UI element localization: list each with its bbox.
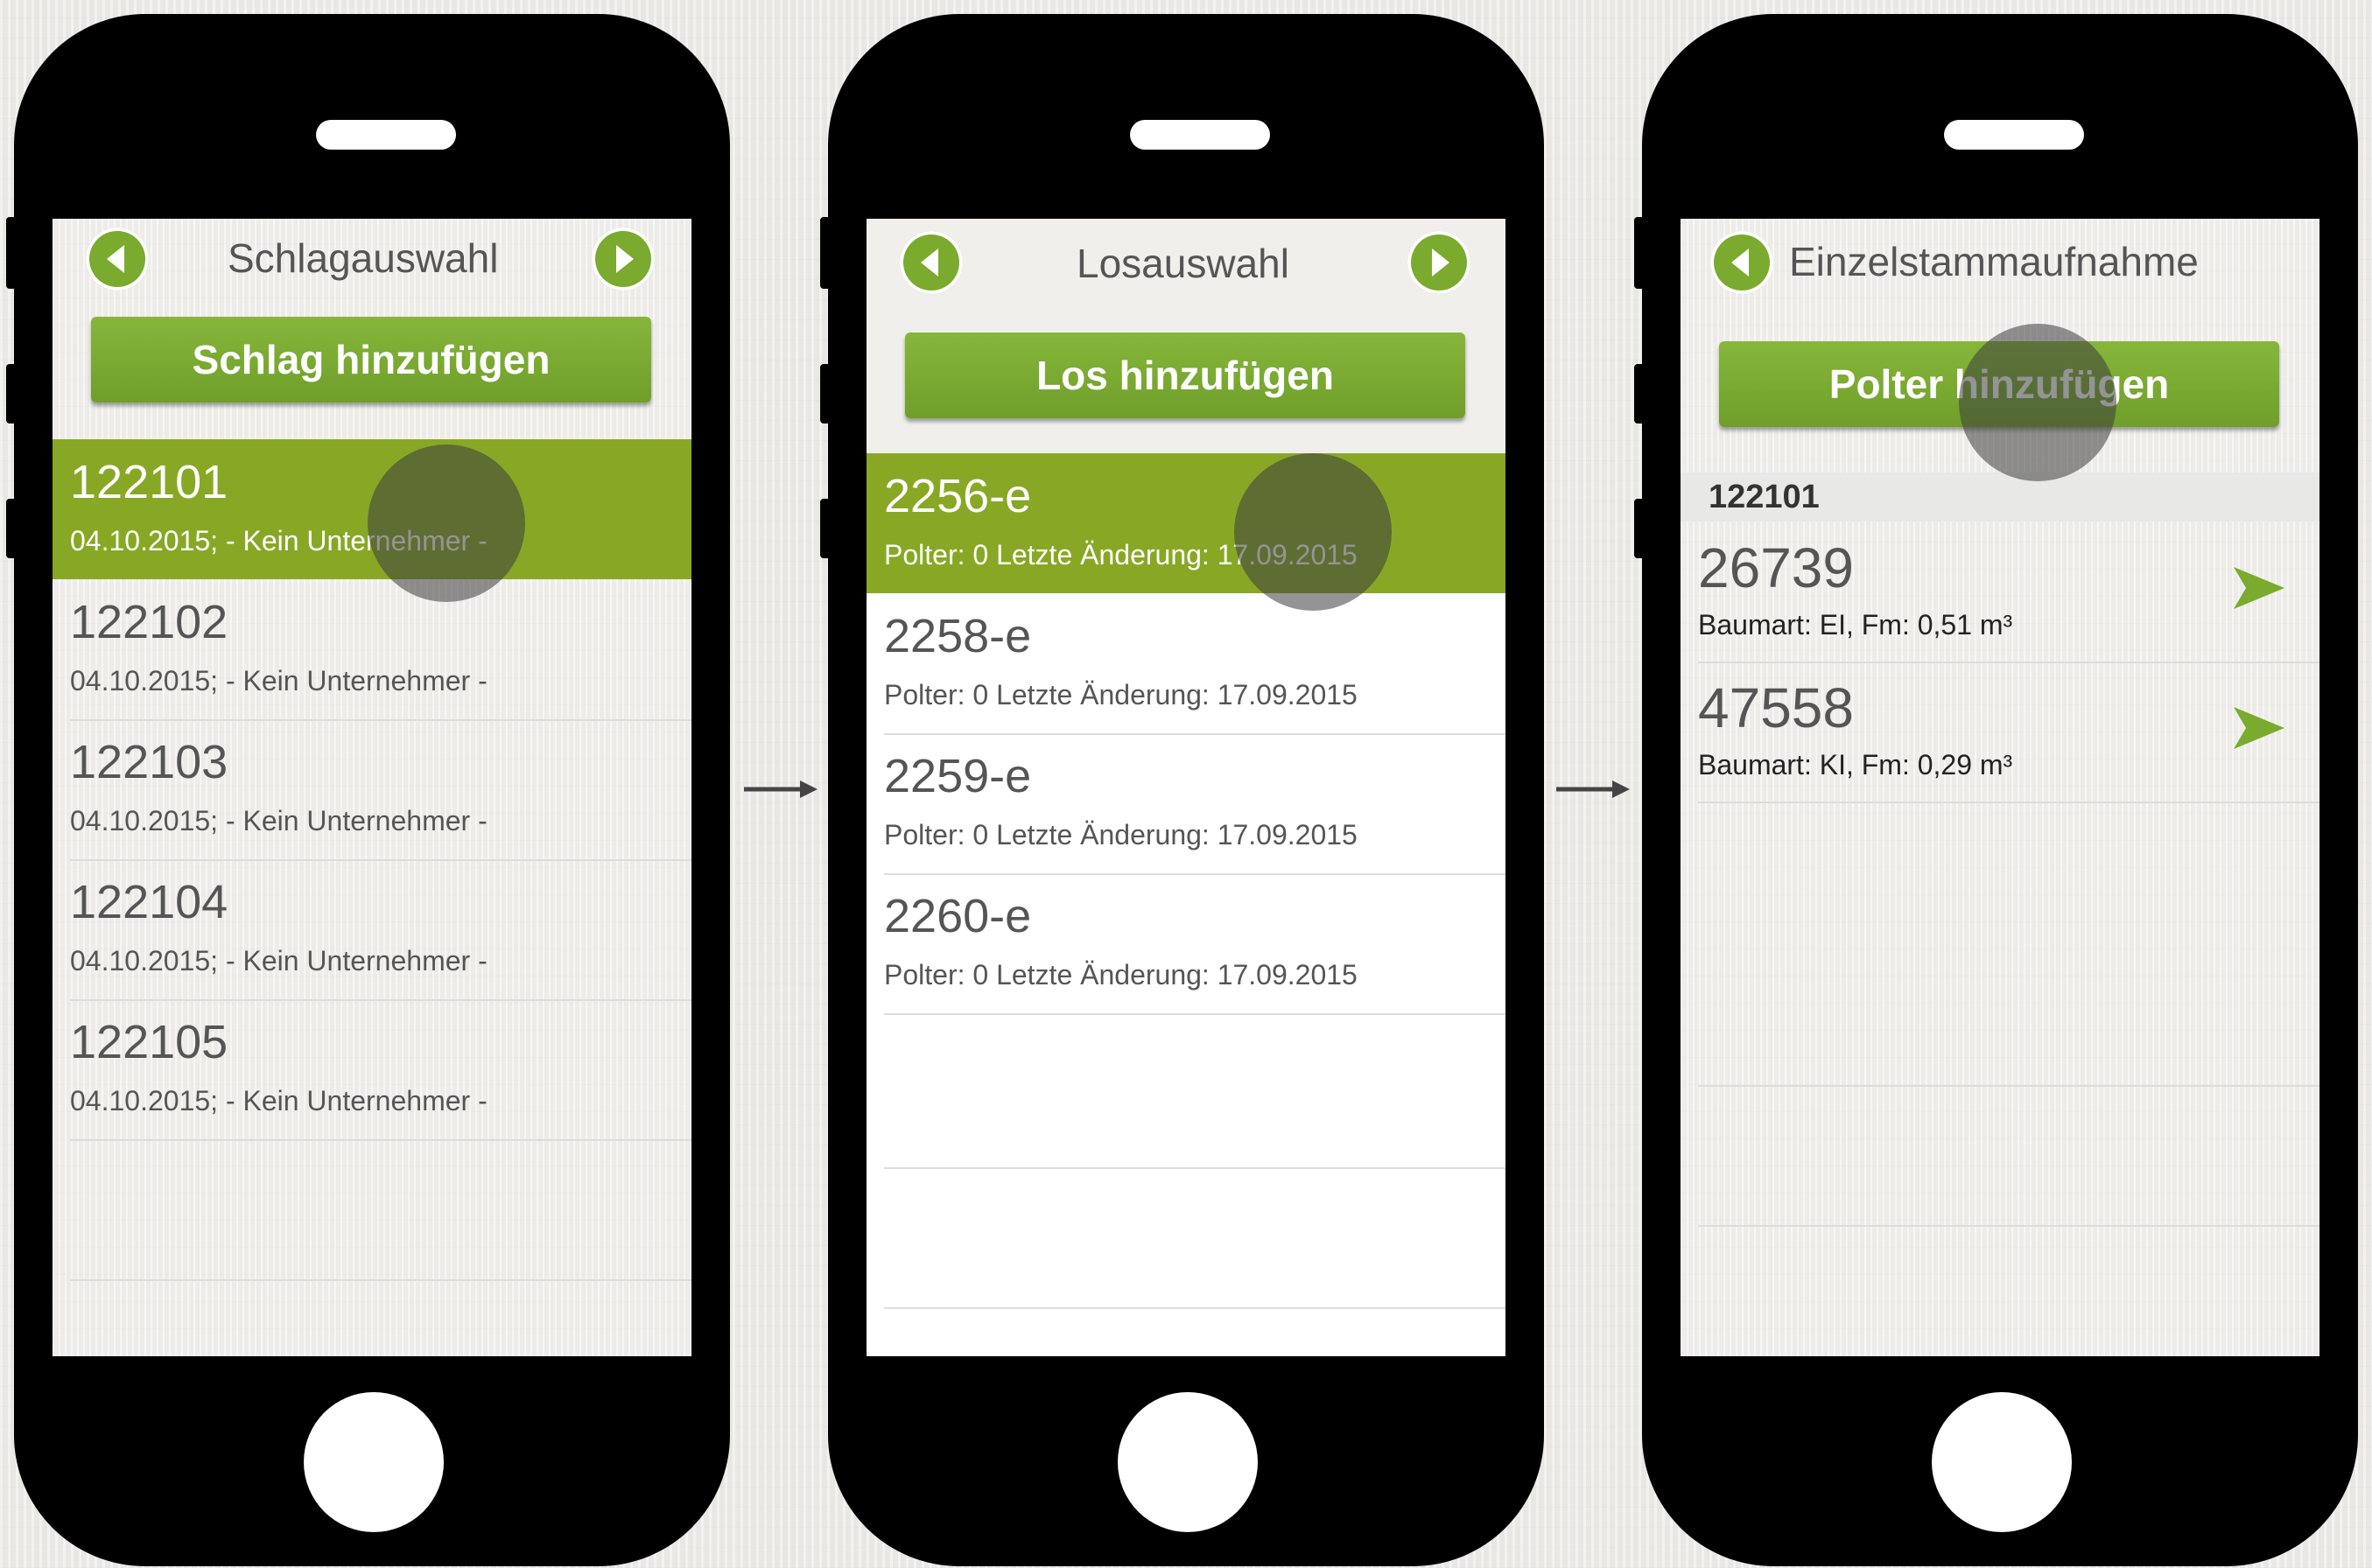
side-button xyxy=(1634,364,1645,424)
flow-arrow-icon xyxy=(744,780,818,798)
back-button[interactable] xyxy=(86,228,149,290)
add-schlag-button[interactable]: Schlag hinzufügen xyxy=(91,317,651,402)
item-detail: Polter: 0 Letzte Änderung: 17.09.2015 xyxy=(884,819,1358,850)
list-item[interactable]: 26739 Baumart: EI, Fm: 0,51 m³ xyxy=(1681,522,2319,662)
item-number: 122104 xyxy=(70,876,228,928)
phone-frame-2: Losauswahl Los hinzufügen 2256-e Polter:… xyxy=(820,14,1544,1566)
item-detail: Baumart: KI, Fm: 0,29 m³ xyxy=(1698,749,2013,780)
item-number: 26739 xyxy=(1698,536,1854,599)
item-detail: 04.10.2015; - Kein Unternehmer - xyxy=(70,945,488,976)
add-los-button[interactable]: Los hinzufügen xyxy=(905,332,1465,418)
home-button[interactable] xyxy=(1932,1392,2072,1532)
item-number: 47558 xyxy=(1698,676,1854,739)
screen-schlagauswahl: Schlagauswahl Schlag hinzufügen 122101 0… xyxy=(53,219,691,1356)
row-divider xyxy=(1698,1085,2319,1087)
screen-einzelstammaufnahme: Einzelstammaufnahme Polter hinzufügen 12… xyxy=(1681,219,2319,1356)
forward-button[interactable] xyxy=(592,228,655,290)
phone-speaker xyxy=(316,120,456,150)
page-title: Losauswahl xyxy=(1077,241,1289,286)
chevron-right-circle-icon xyxy=(1432,248,1449,276)
forward-button[interactable] xyxy=(1407,231,1470,294)
touch-indicator xyxy=(1234,453,1392,611)
list-item[interactable]: 122105 04.10.2015; - Kein Unternehmer - xyxy=(53,999,691,1139)
back-button[interactable] xyxy=(900,231,963,294)
arrow-right-icon[interactable] xyxy=(2232,704,2286,752)
touch-indicator xyxy=(1959,324,2116,481)
row-divider xyxy=(1698,802,2319,803)
row-divider xyxy=(1698,1225,2319,1227)
list-item[interactable]: 122102 04.10.2015; - Kein Unternehmer - xyxy=(53,579,691,719)
phone-speaker xyxy=(1130,120,1270,150)
item-number: 2260-e xyxy=(884,890,1032,942)
item-detail: 04.10.2015; - Kein Unternehmer - xyxy=(70,665,488,696)
chevron-left-circle-icon xyxy=(1731,248,1749,276)
side-button xyxy=(820,217,831,289)
list-item[interactable]: 2259-e Polter: 0 Letzte Änderung: 17.09.… xyxy=(867,733,1505,873)
side-button xyxy=(820,364,831,424)
nav-bar: Schlagauswahl xyxy=(53,219,691,306)
arrow-right-icon[interactable] xyxy=(2232,564,2286,612)
item-detail: 04.10.2015; - Kein Unternehmer - xyxy=(70,805,488,836)
item-detail: Baumart: EI, Fm: 0,51 m³ xyxy=(1698,609,2013,640)
page-title: Schlagauswahl xyxy=(228,235,499,281)
list-item[interactable]: 47558 Baumart: KI, Fm: 0,29 m³ xyxy=(1681,662,2319,802)
side-button xyxy=(820,499,831,558)
section-header: 122101 xyxy=(1681,472,2319,522)
screen-losauswahl: Losauswahl Los hinzufügen 2256-e Polter:… xyxy=(867,219,1505,1356)
side-button xyxy=(6,499,17,558)
nav-bar: Losauswahl xyxy=(867,219,1505,306)
row-divider xyxy=(70,1139,691,1141)
item-number: 122103 xyxy=(70,736,228,788)
flow-arrow-icon xyxy=(1556,780,1630,798)
item-number: 2258-e xyxy=(884,610,1032,662)
list-item[interactable]: 122103 04.10.2015; - Kein Unternehmer - xyxy=(53,719,691,859)
touch-indicator xyxy=(368,444,525,602)
home-button[interactable] xyxy=(304,1392,444,1532)
back-button[interactable] xyxy=(1710,231,1773,294)
side-button xyxy=(6,217,17,289)
list-item[interactable]: 122104 04.10.2015; - Kein Unternehmer - xyxy=(53,859,691,999)
item-number: 2256-e xyxy=(884,470,1032,522)
row-divider xyxy=(70,1279,691,1281)
chevron-right-circle-icon xyxy=(616,245,634,273)
list-item[interactable]: 2258-e Polter: 0 Letzte Änderung: 17.09.… xyxy=(867,593,1505,733)
row-divider xyxy=(884,1307,1505,1309)
item-number: 122105 xyxy=(70,1016,228,1068)
nav-bar: Einzelstammaufnahme xyxy=(1681,219,2319,306)
item-detail: 04.10.2015; - Kein Unternehmer - xyxy=(70,1085,488,1116)
phone-frame-1: Schlagauswahl Schlag hinzufügen 122101 0… xyxy=(6,14,730,1566)
phone-frame-3: Einzelstammaufnahme Polter hinzufügen 12… xyxy=(1634,14,2358,1566)
section-header-label: 122101 xyxy=(1709,479,1820,515)
chevron-left-circle-icon xyxy=(921,248,938,276)
item-detail: Polter: 0 Letzte Änderung: 17.09.2015 xyxy=(884,679,1358,710)
home-button[interactable] xyxy=(1118,1392,1258,1532)
side-button xyxy=(1634,499,1645,558)
item-number: 122101 xyxy=(70,456,228,508)
row-divider xyxy=(884,1013,1505,1015)
item-number: 122102 xyxy=(70,596,228,648)
list-item[interactable]: 2260-e Polter: 0 Letzte Änderung: 17.09.… xyxy=(867,873,1505,1013)
item-detail: Polter: 0 Letzte Änderung: 17.09.2015 xyxy=(884,959,1358,990)
side-button xyxy=(1634,217,1645,289)
list-item[interactable]: 2256-e Polter: 0 Letzte Änderung: 17.09.… xyxy=(867,453,1505,593)
row-divider xyxy=(884,1167,1505,1169)
item-number: 2259-e xyxy=(884,750,1032,802)
page-title: Einzelstammaufnahme xyxy=(1789,239,2199,284)
chevron-left-circle-icon xyxy=(107,245,124,273)
side-button xyxy=(6,364,17,424)
phone-speaker xyxy=(1944,120,2084,150)
